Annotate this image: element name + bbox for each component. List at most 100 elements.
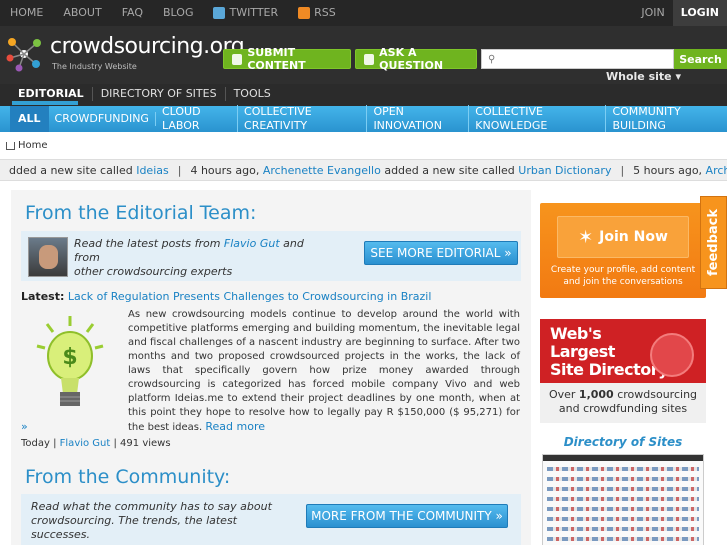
latest-label: Latest: bbox=[21, 290, 65, 303]
breadcrumb-home[interactable]: Home bbox=[18, 140, 48, 151]
banner-line: Largest bbox=[550, 342, 615, 361]
category-all[interactable]: ALL bbox=[10, 106, 49, 132]
banner-sub-text: Over bbox=[548, 388, 579, 401]
submit-icon bbox=[232, 53, 243, 65]
speech-bubble-icon bbox=[364, 53, 375, 65]
community-intro-text: Read what the community has to say about… bbox=[31, 500, 272, 541]
ask-question-button[interactable]: ASK A QUESTION bbox=[355, 46, 477, 72]
tab-editorial[interactable]: EDITORIAL bbox=[0, 87, 93, 101]
latest-article-line: Latest: Lack of Regulation Presents Chal… bbox=[21, 290, 431, 303]
rss-label: RSS bbox=[314, 6, 336, 19]
editorial-heading: From the Editorial Team: bbox=[25, 202, 257, 224]
section-nav: EDITORIAL DIRECTORY OF SITES TOOLS bbox=[0, 84, 727, 104]
more-from-community-button[interactable]: MORE FROM THE COMMUNITY » bbox=[306, 504, 508, 528]
search-button[interactable]: Search bbox=[674, 49, 727, 69]
banner-sub-text: crowdsourcing bbox=[613, 388, 698, 401]
ticker-text: 4 hours ago, bbox=[190, 164, 263, 177]
category-crowdfunding[interactable]: CROWDFUNDING bbox=[49, 112, 156, 126]
directory-banner[interactable]: Web's Largest Site Directory Over 1,000 … bbox=[540, 319, 706, 423]
breadcrumb: Home bbox=[6, 140, 48, 151]
svg-text:$: $ bbox=[62, 345, 77, 370]
intro-text: other crowdsourcing experts bbox=[74, 265, 233, 278]
meta-views: | 491 views bbox=[110, 438, 171, 449]
avatar[interactable] bbox=[28, 237, 68, 277]
banner-line: Site Directory bbox=[550, 360, 669, 379]
submit-content-button[interactable]: SUBMIT CONTENT bbox=[223, 46, 351, 72]
search-icon: ⚲ bbox=[488, 53, 496, 65]
search-scope-dropdown[interactable]: Whole site ▾ bbox=[606, 70, 681, 83]
nav-home[interactable]: HOME bbox=[0, 0, 53, 26]
ticker-separator: | bbox=[177, 164, 182, 177]
account-links: JOIN LOGIN bbox=[633, 0, 727, 26]
join-link[interactable]: JOIN bbox=[633, 0, 672, 26]
nav-twitter[interactable]: TWITTER bbox=[203, 0, 288, 26]
ticker-link[interactable]: Ideias bbox=[136, 164, 169, 177]
activity-ticker: dded a new site called Ideias | 4 hours ag… bbox=[0, 159, 727, 181]
meta-author-link[interactable]: Flavio Gut bbox=[60, 438, 111, 449]
active-tab-indicator bbox=[12, 101, 78, 105]
read-more-arrow[interactable]: » bbox=[21, 420, 28, 433]
twitter-icon bbox=[213, 7, 226, 19]
editorial-intro-box: Read the latest posts from Flavio Gut an… bbox=[21, 231, 521, 281]
community-intro-box: Read what the community has to say about… bbox=[21, 494, 521, 545]
nav-rss[interactable]: RSS bbox=[288, 0, 346, 26]
ask-label: ASK A QUESTION bbox=[379, 46, 444, 72]
ticker-link[interactable]: Archenette bbox=[706, 164, 727, 177]
ticker-text: 5 hours ago, bbox=[633, 164, 706, 177]
directory-banner-subtitle: Over 1,000 crowdsourcing and crowdfundin… bbox=[540, 383, 706, 423]
nav-blog[interactable]: BLOG bbox=[153, 0, 203, 26]
tab-tools[interactable]: TOOLS bbox=[226, 87, 279, 101]
category-cloud-labor[interactable]: CLOUD LABOR bbox=[156, 105, 239, 133]
ticker-text: added a new site called bbox=[380, 164, 519, 177]
top-nav: HOME ABOUT FAQ BLOG TWITTER RSS bbox=[0, 0, 346, 26]
ticker-link[interactable]: Archenette Evangello bbox=[263, 164, 381, 177]
feedback-label: feedback bbox=[706, 208, 721, 277]
join-now-button[interactable]: ✶ Join Now bbox=[557, 216, 689, 258]
directory-of-sites-link[interactable]: Directory of Sites bbox=[540, 435, 706, 449]
twitter-label: TWITTER bbox=[229, 6, 279, 19]
banner-count: 1,000 bbox=[578, 388, 614, 401]
article-text: As new crowdsourcing models continue to … bbox=[128, 309, 520, 433]
banner-sub-text: and crowdfunding sites bbox=[558, 402, 688, 415]
login-link[interactable]: LOGIN bbox=[672, 0, 727, 26]
article-excerpt: As new crowdsourcing models continue to … bbox=[128, 308, 520, 435]
directory-thumbnail[interactable] bbox=[542, 454, 704, 545]
nav-faq[interactable]: FAQ bbox=[112, 0, 153, 26]
community-heading: From the Community: bbox=[25, 466, 231, 488]
ticker-text: dded a new site called bbox=[9, 164, 137, 177]
nav-about[interactable]: ABOUT bbox=[53, 0, 111, 26]
intro-text: Read the latest posts from bbox=[74, 237, 224, 250]
read-more-link[interactable]: Read more bbox=[205, 420, 265, 433]
top-bar: HOME ABOUT FAQ BLOG TWITTER RSS JOIN LOG… bbox=[0, 0, 727, 26]
join-panel: ✶ Join Now Create your profile, add cont… bbox=[540, 203, 706, 298]
latest-article-link[interactable]: Lack of Regulation Presents Challenges t… bbox=[68, 290, 432, 303]
main-column: From the Editorial Team: Read the latest… bbox=[11, 190, 531, 545]
sparkle-icon: ✶ bbox=[578, 226, 594, 248]
book-icon bbox=[650, 333, 694, 377]
category-community-building[interactable]: COMMUNITY BUILDING bbox=[606, 105, 727, 133]
article-meta: Today | Flavio Gut | 491 views bbox=[21, 438, 171, 449]
category-collective-creativity[interactable]: COLLECTIVE CREATIVITY bbox=[238, 105, 368, 133]
tab-directory-of-sites[interactable]: DIRECTORY OF SITES bbox=[93, 87, 226, 101]
logo-tagline: The Industry Website bbox=[52, 62, 137, 71]
ticker-link[interactable]: Urban Dictionary bbox=[518, 164, 611, 177]
author-link[interactable]: Flavio Gut bbox=[224, 237, 280, 250]
banner-line: Web's bbox=[550, 324, 602, 343]
submit-label: SUBMIT CONTENT bbox=[247, 46, 306, 72]
home-icon bbox=[6, 141, 15, 150]
logo-wordmark[interactable]: crowdsourcing.org bbox=[50, 34, 245, 59]
feedback-tab[interactable]: feedback bbox=[700, 196, 727, 289]
category-collective-knowledge[interactable]: COLLECTIVE KNOWLEDGE bbox=[469, 105, 607, 133]
search-input[interactable]: ⚲ bbox=[481, 49, 674, 69]
lightbulb-icon: $ bbox=[36, 316, 104, 406]
logo-icon[interactable] bbox=[4, 34, 44, 74]
meta-date: Today | bbox=[21, 438, 60, 449]
category-bar: ALL CROWDFUNDING CLOUD LABOR COLLECTIVE … bbox=[0, 105, 727, 133]
join-description: Create your profile, add content and joi… bbox=[550, 265, 696, 287]
join-now-label: Join Now bbox=[599, 229, 668, 245]
ticker-separator: | bbox=[620, 164, 625, 177]
editorial-intro-text: Read the latest posts from Flavio Gut an… bbox=[74, 237, 324, 279]
category-open-innovation[interactable]: OPEN INNOVATION bbox=[367, 105, 470, 133]
see-more-editorial-button[interactable]: SEE MORE EDITORIAL » bbox=[364, 241, 518, 265]
rss-icon bbox=[298, 7, 311, 19]
